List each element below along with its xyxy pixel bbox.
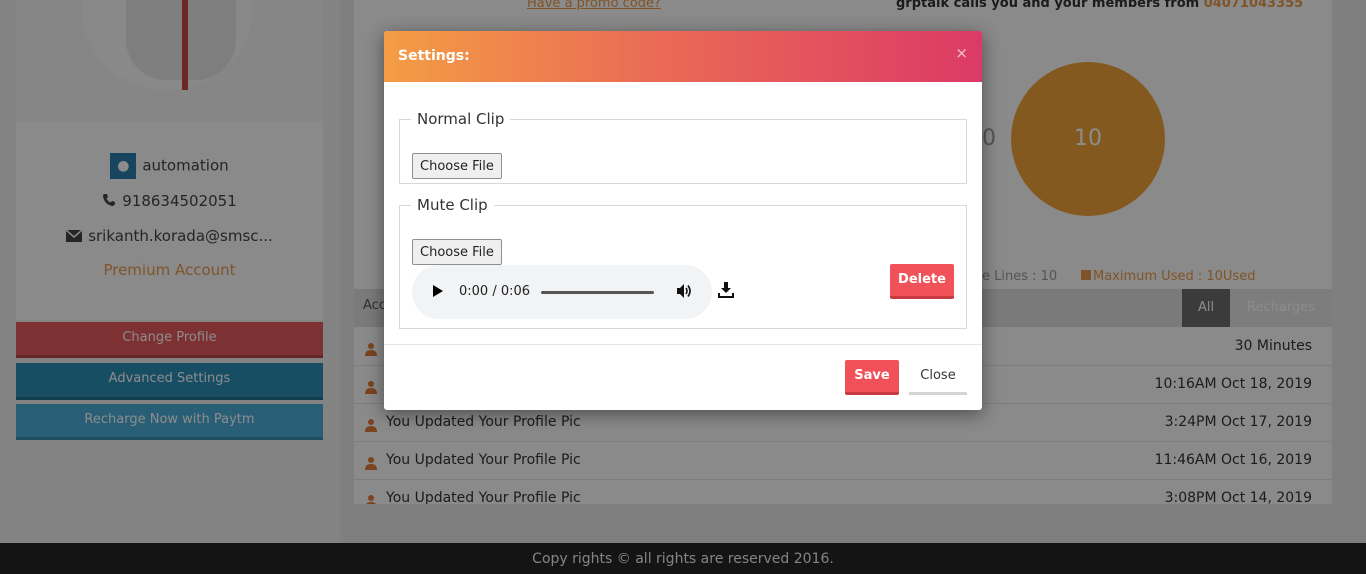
download-icon[interactable] (717, 281, 735, 303)
delete-clip-button[interactable]: Delete (890, 264, 954, 299)
close-button[interactable]: Close (909, 360, 967, 395)
volume-icon[interactable] (675, 282, 693, 304)
close-icon[interactable]: × (955, 46, 968, 61)
modal-header: Settings: × (384, 31, 982, 82)
settings-modal: Settings: × Normal Clip Choose File Mute… (384, 31, 982, 410)
save-button[interactable]: Save (845, 360, 899, 395)
modal-title: Settings: (398, 48, 470, 64)
audio-player: 0:00 / 0:06 (412, 265, 712, 319)
normal-clip-section: Normal Clip Choose File (399, 110, 967, 184)
audio-time: 0:00 / 0:06 (459, 284, 531, 299)
modal-footer-divider (384, 344, 982, 345)
mute-clip-file-button[interactable]: Choose File (412, 239, 502, 265)
play-icon[interactable] (433, 285, 443, 297)
audio-progress-track[interactable] (541, 291, 654, 294)
normal-clip-legend: Normal Clip (417, 110, 505, 128)
normal-clip-file-button[interactable]: Choose File (412, 153, 502, 179)
mute-clip-section: Mute Clip Choose File 0:00 / 0:06 Delete (399, 196, 967, 329)
mute-clip-legend: Mute Clip (417, 196, 488, 214)
